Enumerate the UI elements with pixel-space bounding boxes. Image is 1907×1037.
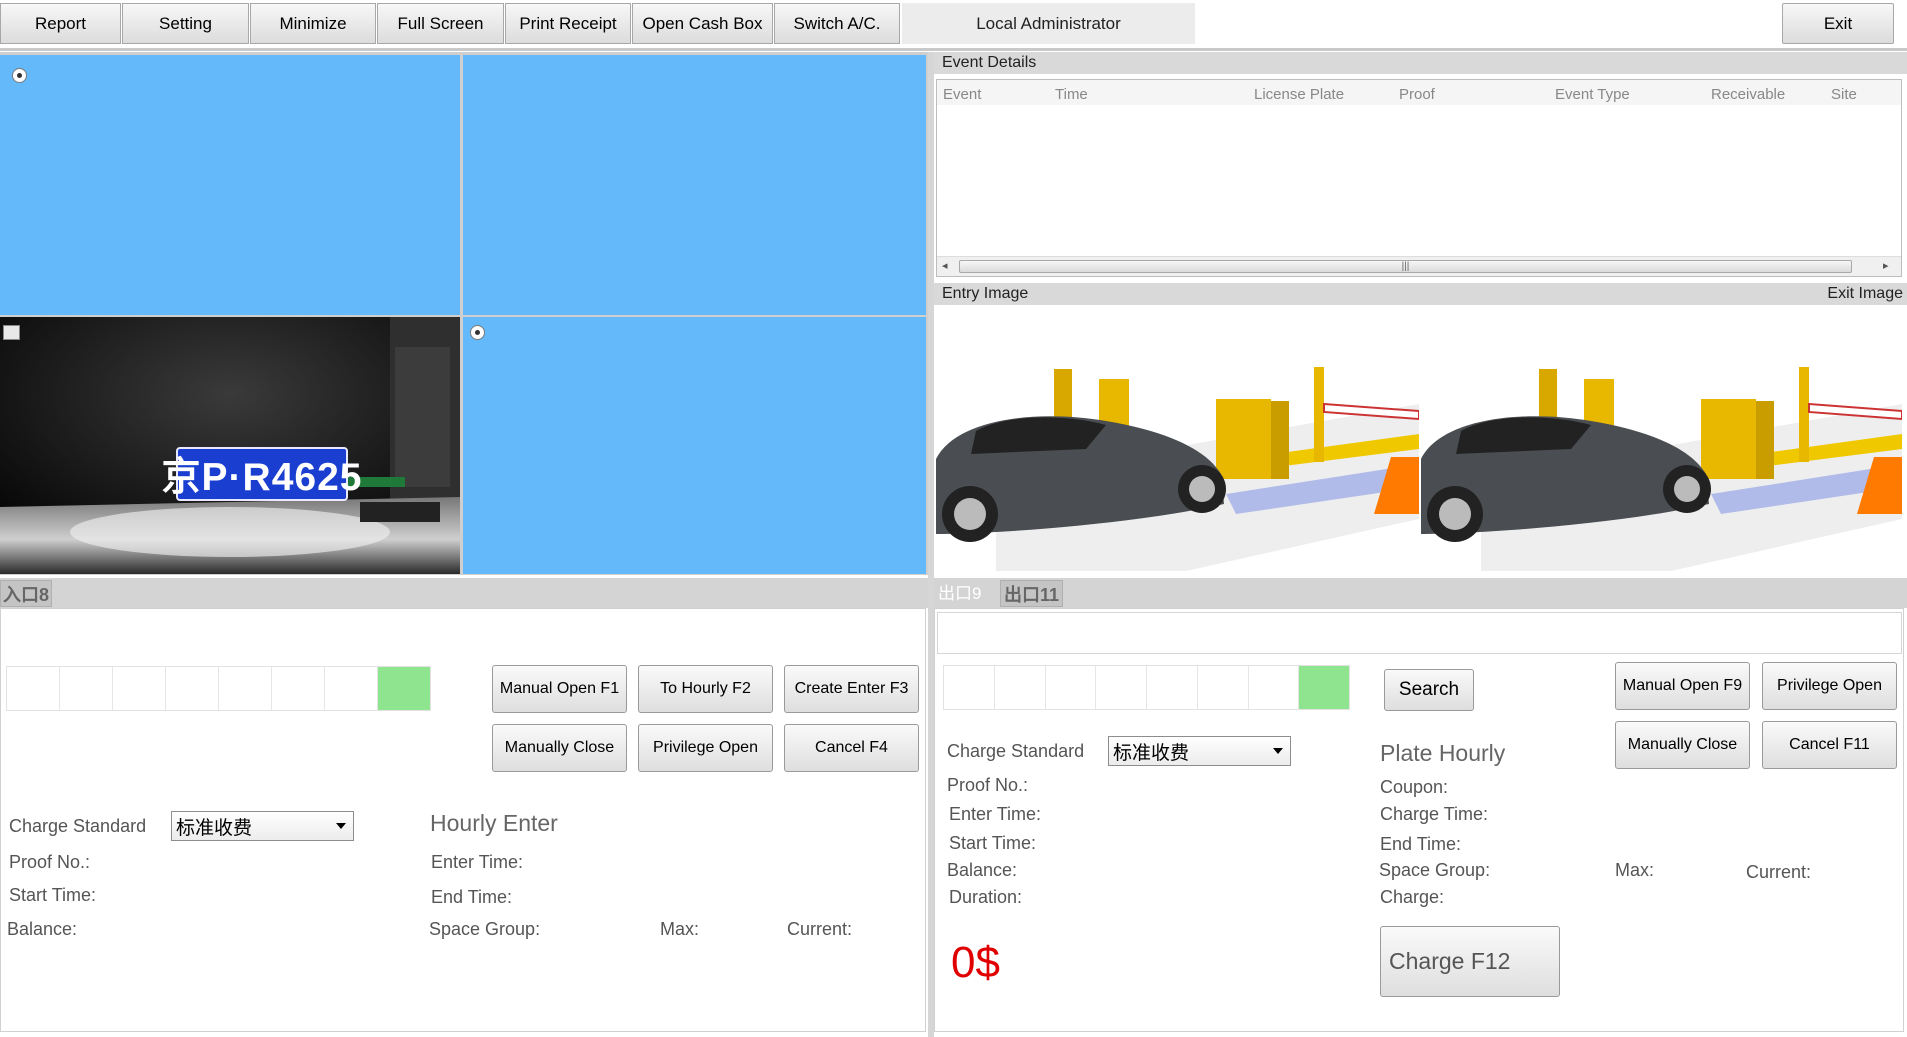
col-proof[interactable]: Proof bbox=[1399, 86, 1435, 103]
cancel-f11-button[interactable]: Cancel F11 bbox=[1762, 721, 1897, 769]
exit-privilege-open-button[interactable]: Privilege Open bbox=[1762, 662, 1897, 710]
scroll-thumb[interactable]: ||| bbox=[959, 260, 1852, 273]
search-button[interactable]: Search bbox=[1384, 669, 1474, 711]
horizontal-scrollbar[interactable]: ◂ ||| ▸ bbox=[937, 256, 1901, 276]
toolbar-divider bbox=[0, 48, 1907, 51]
exit-balance-label: Balance: bbox=[947, 860, 1018, 880]
entry-image-label: Entry Image bbox=[942, 285, 1029, 302]
entry-plate-input[interactable] bbox=[6, 666, 431, 711]
entry-proof-no-label: Proof No.: bbox=[9, 852, 91, 872]
exit-tab-strip bbox=[934, 578, 1907, 608]
camera-view-4[interactable] bbox=[463, 317, 926, 574]
exit-current-label: Current: bbox=[1746, 862, 1812, 882]
col-license-plate[interactable]: License Plate bbox=[1254, 86, 1344, 103]
entry-current-label: Current: bbox=[787, 919, 853, 939]
chevron-down-icon bbox=[1273, 748, 1283, 754]
entry-image bbox=[936, 309, 1419, 571]
exit-charge-standard-select[interactable]: 标准收费 bbox=[1108, 736, 1291, 766]
manual-open-f1-button[interactable]: Manual Open F1 bbox=[492, 665, 627, 713]
entry-charge-standard-value: 标准收费 bbox=[176, 817, 253, 839]
col-event[interactable]: Event bbox=[943, 86, 981, 103]
minimize-button[interactable]: Minimize bbox=[250, 3, 376, 44]
scroll-left-icon[interactable]: ◂ bbox=[942, 259, 948, 272]
exit-image bbox=[1421, 309, 1902, 571]
switch-account-button[interactable]: Switch A/C. bbox=[774, 3, 900, 44]
setting-button[interactable]: Setting bbox=[122, 3, 249, 44]
exit-image-graphic bbox=[1421, 367, 1902, 571]
event-details-title: Event Details bbox=[942, 54, 1037, 71]
exit-tab-11[interactable]: 出口11 bbox=[1000, 580, 1064, 607]
entry-start-time-label: Start Time: bbox=[9, 885, 97, 905]
entry-enter-time-label: Enter Time: bbox=[431, 852, 524, 872]
full-screen-button[interactable]: Full Screen bbox=[377, 3, 504, 44]
exit-charge-standard-value: 标准收费 bbox=[1113, 742, 1190, 764]
create-enter-f3-button[interactable]: Create Enter F3 bbox=[784, 665, 919, 713]
camera-view-3[interactable]: 京P·R4625 bbox=[0, 317, 460, 574]
camera-view-2[interactable] bbox=[463, 55, 926, 315]
exit-manually-close-button[interactable]: Manually Close bbox=[1615, 721, 1750, 769]
exit-charge-standard-label: Charge Standard bbox=[947, 741, 1085, 761]
exit-image-label: Exit Image bbox=[1827, 285, 1903, 302]
entry-tab-strip bbox=[0, 578, 928, 608]
exit-plate-input[interactable] bbox=[943, 665, 1350, 710]
exit-charge-label: Charge: bbox=[1380, 887, 1445, 907]
col-site[interactable]: Site bbox=[1831, 86, 1857, 103]
event-details-header: Event Details bbox=[934, 52, 1907, 74]
manual-open-f9-button[interactable]: Manual Open F9 bbox=[1615, 662, 1750, 710]
camera-view-1[interactable] bbox=[0, 55, 460, 315]
exit-duration-label: Duration: bbox=[949, 887, 1023, 907]
exit-start-time-label: Start Time: bbox=[949, 833, 1037, 853]
exit-info-bar bbox=[937, 612, 1902, 654]
entry-max-label: Max: bbox=[660, 919, 700, 939]
entry-end-time-label: End Time: bbox=[431, 887, 513, 907]
exit-end-time-label: End Time: bbox=[1380, 834, 1462, 854]
exit-charge-time-label: Charge Time: bbox=[1380, 804, 1489, 824]
chevron-down-icon bbox=[336, 823, 346, 829]
exit-space-group-label: Space Group: bbox=[1379, 860, 1491, 880]
cancel-f4-button[interactable]: Cancel F4 bbox=[784, 724, 919, 772]
charge-f12-button[interactable]: Charge F12 bbox=[1380, 926, 1560, 997]
entry-tab[interactable]: 入口8 bbox=[0, 580, 53, 607]
entry-charge-standard-select[interactable]: 标准收费 bbox=[171, 811, 354, 841]
report-button[interactable]: Report bbox=[0, 3, 121, 44]
scroll-right-icon[interactable]: ▸ bbox=[1883, 259, 1889, 272]
image-header: Entry Image Exit Image bbox=[934, 283, 1907, 305]
exit-enter-time-label: Enter Time: bbox=[949, 804, 1042, 824]
col-receivable[interactable]: Receivable bbox=[1711, 86, 1785, 103]
col-time[interactable]: Time bbox=[1055, 86, 1088, 103]
exit-coupon-label: Coupon: bbox=[1380, 777, 1449, 797]
exit-max-label: Max: bbox=[1615, 860, 1655, 880]
entry-mode-label: Hourly Enter bbox=[430, 810, 558, 836]
exit-amount: 0$ bbox=[951, 938, 1000, 987]
exit-tab-9[interactable]: 出口9 bbox=[936, 578, 983, 605]
privilege-open-button[interactable]: Privilege Open bbox=[638, 724, 773, 772]
exit-mode-label: Plate Hourly bbox=[1380, 740, 1506, 766]
camera-3-radio[interactable] bbox=[3, 325, 20, 340]
print-receipt-button[interactable]: Print Receipt bbox=[505, 3, 631, 44]
entry-space-group-label: Space Group: bbox=[429, 919, 541, 939]
user-label: Local Administrator bbox=[902, 3, 1195, 44]
license-plate-sign: 京P·R4625 bbox=[162, 447, 361, 501]
camera-1-radio[interactable] bbox=[12, 68, 27, 83]
event-details-table: Event Time License Plate Proof Event Typ… bbox=[936, 79, 1902, 277]
table-header: Event Time License Plate Proof Event Typ… bbox=[937, 80, 1901, 105]
entry-balance-label: Balance: bbox=[7, 919, 78, 939]
manually-close-button[interactable]: Manually Close bbox=[492, 724, 627, 772]
exit-button[interactable]: Exit bbox=[1782, 3, 1894, 44]
entry-charge-standard-label: Charge Standard bbox=[9, 816, 147, 836]
to-hourly-f2-button[interactable]: To Hourly F2 bbox=[638, 665, 773, 713]
entry-image-graphic bbox=[936, 367, 1419, 571]
col-event-type[interactable]: Event Type bbox=[1555, 86, 1630, 103]
open-cash-box-button[interactable]: Open Cash Box bbox=[632, 3, 773, 44]
camera-4-radio[interactable] bbox=[470, 325, 485, 340]
exit-proof-no-label: Proof No.: bbox=[947, 775, 1029, 795]
